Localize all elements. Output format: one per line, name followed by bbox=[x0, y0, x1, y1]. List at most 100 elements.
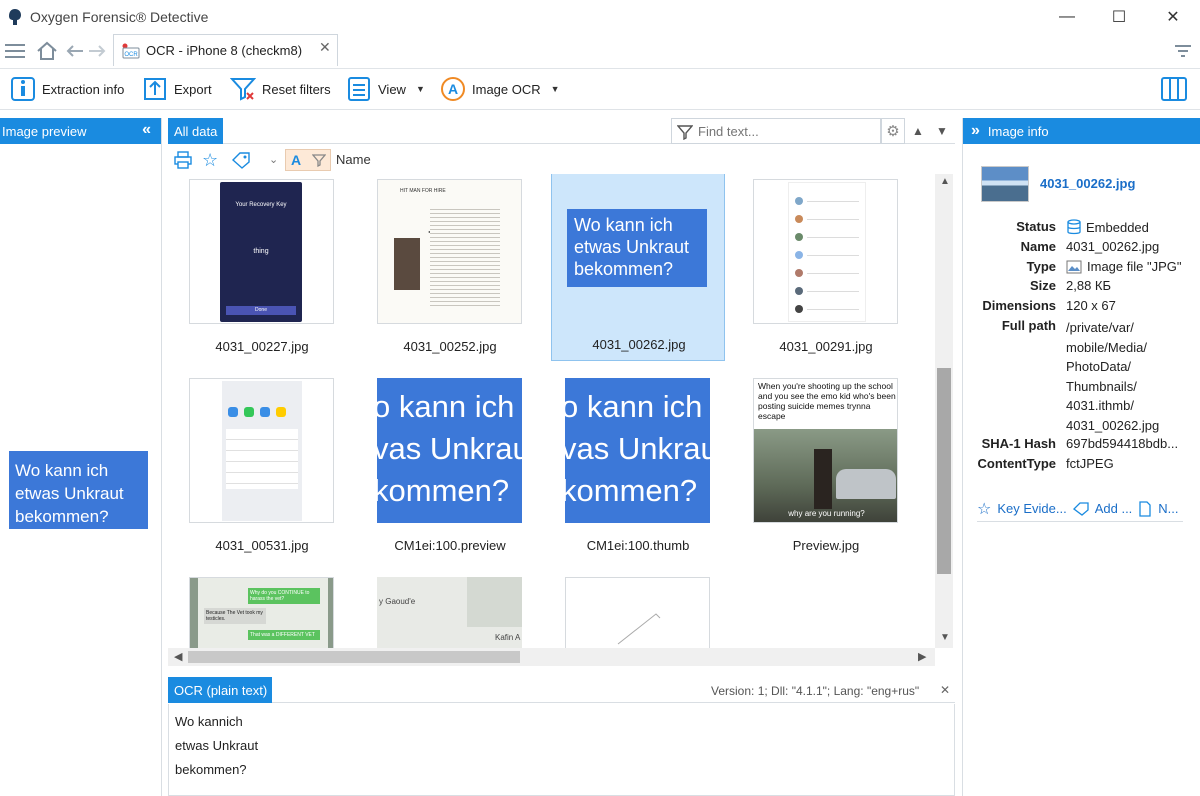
info-label-name: Name bbox=[1020, 239, 1056, 254]
path-segment: 4031_00262.jpg bbox=[1066, 417, 1160, 433]
thumbnail-item[interactable]: y Gaoud'e Kafin A bbox=[356, 572, 544, 648]
image-ocr-button[interactable]: A Image OCR ▼ bbox=[440, 69, 560, 109]
find-text-box[interactable] bbox=[671, 118, 881, 144]
horizontal-scrollbar[interactable]: ◀ ▶ bbox=[168, 648, 935, 666]
ocr-header: OCR (plain text) Version: 1; Dll: "4.1.1… bbox=[168, 677, 955, 703]
thumb-text-line: kommen? bbox=[377, 473, 510, 508]
info-label-content-type: ContentType bbox=[977, 456, 1056, 471]
extraction-info-button[interactable]: Extraction info bbox=[10, 69, 124, 109]
thumb-text-line: o kann ich bbox=[565, 389, 703, 424]
tab-close-icon[interactable]: ✕ bbox=[319, 39, 331, 56]
info-value-type-text: Image file "JPG" bbox=[1087, 259, 1182, 274]
home-icon[interactable] bbox=[34, 39, 60, 63]
thumbnail-item[interactable]: o kann ich vas Unkraut kommen? CM1ei:100… bbox=[544, 373, 732, 571]
ocr-line: Wo kannich bbox=[175, 714, 243, 729]
thumbnail-item[interactable]: Why do you CONTINUE to harass the vet? B… bbox=[168, 572, 356, 648]
minimize-button[interactable]: — bbox=[1044, 4, 1090, 30]
all-data-panel: All data ⚙ ▲ ▼ ☆ ⌄ A Name Your Recovery bbox=[168, 118, 955, 670]
thumbnail-item[interactable] bbox=[544, 572, 732, 648]
scroll-right-icon[interactable]: ▶ bbox=[918, 650, 926, 663]
scroll-down-icon[interactable]: ▼ bbox=[940, 632, 950, 643]
chat-bubble: Why do you CONTINUE to harass the vet? bbox=[248, 588, 320, 604]
print-icon[interactable] bbox=[174, 151, 192, 169]
image-preview-header: Image preview « bbox=[0, 118, 161, 144]
key-evidence-link[interactable]: Key Evide... bbox=[997, 501, 1066, 516]
scrollbar-thumb[interactable] bbox=[188, 651, 520, 663]
info-value-dimensions: 120 x 67 bbox=[1066, 298, 1116, 313]
chevron-down-icon[interactable]: ⌄ bbox=[269, 153, 278, 166]
view-button[interactable]: View ▼ bbox=[346, 69, 425, 109]
reset-filter-icon bbox=[230, 78, 256, 101]
svg-text:A: A bbox=[448, 81, 458, 97]
info-value-full-path: /private/var/ mobile/Media/ PhotoData/ T… bbox=[1066, 318, 1159, 436]
chevron-down-icon: ▼ bbox=[550, 84, 560, 94]
file-name-link[interactable]: 4031_00262.jpg bbox=[1040, 176, 1135, 191]
filter-list-icon[interactable] bbox=[1170, 39, 1196, 63]
path-segment: mobile/Media/ bbox=[1066, 339, 1147, 355]
info-value-type: Image file "JPG" bbox=[1066, 259, 1182, 274]
find-text-input[interactable] bbox=[698, 122, 878, 140]
collapse-panel-icon[interactable]: « bbox=[142, 121, 151, 139]
thumbnail-filename: 4031_00262.jpg bbox=[592, 337, 686, 352]
note-link[interactable]: N... bbox=[1158, 501, 1178, 516]
export-button[interactable]: Export bbox=[142, 69, 212, 109]
preview-line: bekommen? bbox=[15, 507, 109, 526]
chevron-down-icon: ▼ bbox=[415, 84, 425, 94]
thumbnail-item[interactable]: HIT MAN FOR HIRE 4031_00252.jpg bbox=[356, 174, 544, 372]
thumbnail-item[interactable]: o kann ich vas Unkraut kommen? CM1ei:100… bbox=[356, 373, 544, 571]
app-logo-icon bbox=[9, 9, 21, 25]
thumbnail-image: When you're shooting up the school and y… bbox=[753, 378, 898, 523]
thumbnail-image bbox=[189, 378, 334, 523]
vertical-scrollbar[interactable]: ▲ ▼ bbox=[935, 174, 953, 648]
add-tag-link[interactable]: Add ... bbox=[1095, 501, 1133, 516]
scrollbar-thumb[interactable] bbox=[937, 368, 951, 574]
tab-ocr[interactable]: OCR OCR - iPhone 8 (checkm8) ✕ bbox=[113, 34, 338, 66]
close-icon[interactable]: ✕ bbox=[940, 683, 950, 697]
info-icon bbox=[11, 77, 35, 101]
thumbnail-filename: 4031_00252.jpg bbox=[403, 339, 497, 354]
thumb-text-line: kommen? bbox=[565, 473, 698, 508]
thumbnail-item[interactable]: Your Recovery Key thing Done 4031_00227.… bbox=[168, 174, 356, 372]
thumbnail-item[interactable]: When you're shooting up the school and y… bbox=[732, 373, 920, 571]
sort-column-label[interactable]: Name bbox=[336, 152, 371, 167]
maximize-button[interactable]: ☐ bbox=[1096, 4, 1142, 30]
svg-text:OCR: OCR bbox=[124, 52, 138, 58]
thumbnail-image bbox=[753, 179, 898, 324]
thumbnail-item[interactable]: 4031_00531.jpg bbox=[168, 373, 356, 571]
scroll-up-icon[interactable]: ▲ bbox=[940, 176, 950, 187]
thumbnail-image: o kann ich vas Unkraut kommen? bbox=[377, 378, 522, 523]
tag-icon[interactable] bbox=[231, 151, 251, 169]
ocr-text-area[interactable]: Wo kannich etwas Unkraut bekommen? bbox=[168, 704, 955, 796]
thumb-text-line: bekommen? bbox=[574, 259, 674, 279]
close-button[interactable]: ✕ bbox=[1150, 4, 1196, 30]
path-segment: 4031.ithmb/ bbox=[1066, 398, 1134, 414]
star-icon[interactable]: ☆ bbox=[202, 150, 222, 170]
forward-arrow-icon[interactable] bbox=[84, 39, 110, 63]
map-label: y Gaoud'e bbox=[379, 597, 416, 606]
thumbnail-item[interactable]: 4031_00291.jpg bbox=[732, 174, 920, 372]
image-ocr-label: Image OCR bbox=[472, 81, 541, 97]
chevron-up-icon[interactable]: ▲ bbox=[906, 118, 930, 144]
panel-layout-icon[interactable] bbox=[1160, 76, 1190, 102]
info-label-full-path: Full path bbox=[1001, 318, 1056, 333]
hamburger-menu-icon[interactable] bbox=[2, 39, 28, 63]
tab-all-data[interactable]: All data bbox=[168, 118, 223, 144]
reset-filters-button[interactable]: Reset filters bbox=[230, 69, 331, 109]
column-filter-icon bbox=[312, 154, 326, 167]
path-segment: /private/var/ bbox=[1066, 320, 1134, 335]
title-bar: Oxygen Forensic® Detective — ☐ ✕ bbox=[0, 0, 1200, 34]
thumbnail-grid: Your Recovery Key thing Done 4031_00227.… bbox=[168, 174, 935, 648]
sort-filter-group[interactable]: A bbox=[285, 149, 331, 171]
scroll-left-icon[interactable]: ◀ bbox=[174, 650, 182, 663]
tab-ocr-plain-text[interactable]: OCR (plain text) bbox=[168, 677, 272, 703]
meme-caption: When you're shooting up the school and y… bbox=[758, 381, 896, 421]
thumbnail-item-selected[interactable]: Wo kann ich etwas Unkraut bekommen? 4031… bbox=[551, 174, 725, 361]
image-file-icon bbox=[1066, 260, 1082, 273]
meme-subtitle: why are you running? bbox=[788, 509, 865, 518]
settings-gear-icon[interactable]: ⚙ bbox=[881, 118, 905, 144]
filter-icon bbox=[677, 125, 693, 140]
chevron-down-icon[interactable]: ▼ bbox=[930, 118, 954, 144]
thumbnail-filename: CM1ei:100.preview bbox=[394, 538, 506, 553]
expand-panel-icon[interactable]: » bbox=[971, 122, 980, 140]
view-list-icon bbox=[348, 77, 370, 101]
